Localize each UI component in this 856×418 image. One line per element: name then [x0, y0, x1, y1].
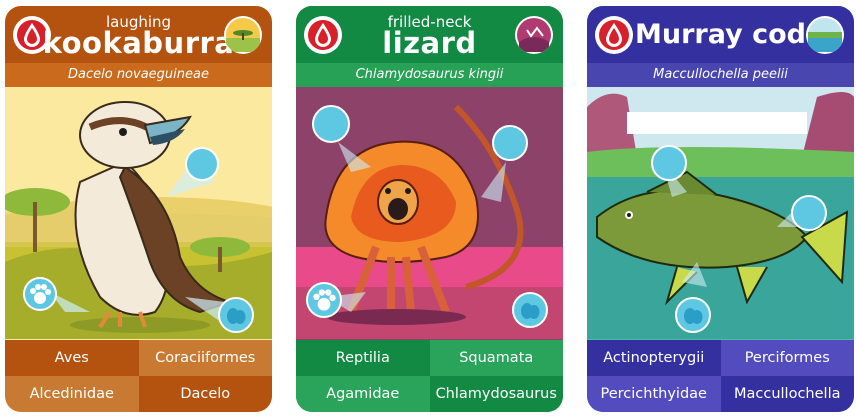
taxonomy-class: Reptilia [296, 340, 430, 376]
taxonomy-order: Perciformes [720, 340, 854, 376]
frilled-lizard-illustration [296, 87, 563, 339]
card-kookaburra[interactable]: laughing kookaburra Dacelo novaeguineae [5, 6, 272, 412]
scales-icon [791, 195, 827, 231]
taxonomy-class: Aves [5, 340, 139, 376]
scales-icon [651, 145, 687, 181]
paw-icon [306, 282, 342, 318]
card-header: laughing kookaburra [5, 6, 272, 63]
card-frilled-neck-lizard[interactable]: frilled-neck lizard Chlamydosaurus kingi… [296, 6, 563, 412]
taxonomy-order: Squamata [429, 340, 563, 376]
kookaburra-illustration [5, 87, 272, 339]
card-header: Murray cod [587, 6, 854, 63]
taxonomy-genus: Dacelo [138, 376, 272, 412]
taxonomy-class: Actinopterygii [587, 340, 721, 376]
taxonomy-genus: Chlamydosaurus [429, 376, 563, 412]
scientific-name: Maccullochella peelii [587, 63, 854, 87]
taxonomy-family: Agamidae [296, 376, 430, 412]
scientific-name: Dacelo novaeguineae [5, 63, 272, 87]
desert-habitat-icon [515, 16, 553, 54]
paw-icon [23, 277, 57, 311]
egg-icon [675, 297, 711, 333]
feather-icon [185, 147, 219, 181]
taxonomy-family: Alcedinidae [5, 376, 139, 412]
murray-cod-illustration [587, 87, 854, 339]
scientific-name: Chlamydosaurus kingii [296, 63, 563, 87]
taxonomy-family: Percichthyidae [587, 376, 721, 412]
scales-icon [492, 125, 528, 161]
scales-icon [312, 105, 350, 143]
card-header: frilled-neck lizard [296, 6, 563, 63]
taxonomy-order: Coraciiformes [138, 340, 272, 376]
egg-icon [218, 297, 254, 333]
savanna-habitat-icon [224, 16, 262, 54]
egg-icon [512, 292, 548, 328]
taxonomy-genus: Maccullochella [720, 376, 854, 412]
river-habitat-icon [806, 16, 844, 54]
card-murray-cod[interactable]: Murray cod Maccullochella peelii Actinop… [587, 6, 854, 412]
